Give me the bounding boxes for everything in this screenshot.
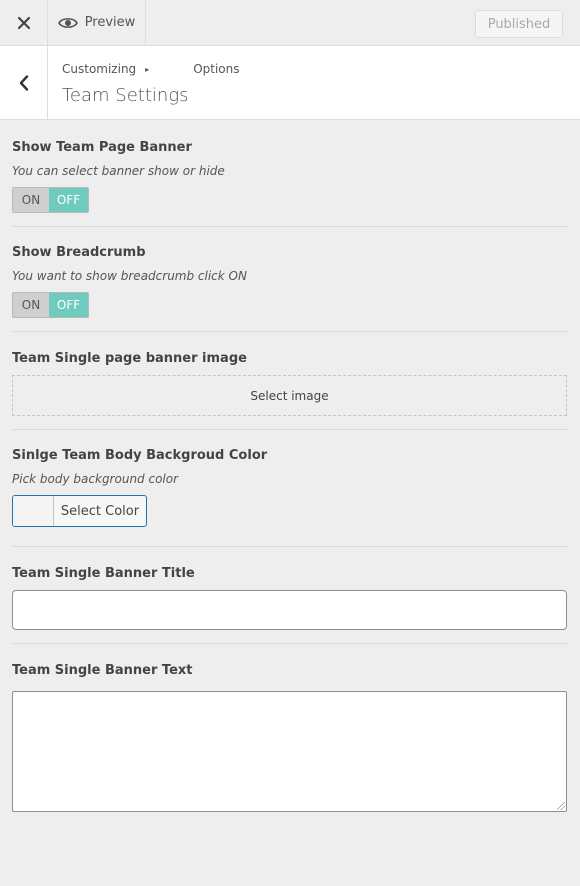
control-banner-text: Team Single Banner Text <box>12 663 567 678</box>
body-color-label: Sinlge Team Body Backgroud Color <box>12 448 268 463</box>
show-banner-off-option[interactable]: OFF <box>49 188 88 212</box>
control-body-color: Sinlge Team Body Backgroud Color Pick bo… <box>12 448 567 486</box>
breadcrumb: Customizing ▸ Options <box>62 62 240 76</box>
breadcrumb-separator-icon: ▸ <box>145 64 150 74</box>
banner-text-label: Team Single Banner Text <box>12 663 193 678</box>
eye-icon <box>57 17 78 28</box>
color-swatch <box>13 496 54 526</box>
close-button[interactable] <box>0 0 48 45</box>
control-banner-image: Team Single page banner image <box>12 351 567 366</box>
breadcrumb-customizing: Customizing <box>62 62 137 76</box>
banner-title-label: Team Single Banner Title <box>12 566 195 581</box>
divider <box>12 546 568 547</box>
divider <box>12 429 568 430</box>
resize-handle-icon[interactable] <box>557 802 565 810</box>
show-banner-description: You can select banner show or hide <box>12 164 225 178</box>
select-image-button[interactable]: Select image <box>12 375 567 416</box>
preview-button[interactable]: Preview <box>48 0 146 45</box>
divider <box>12 331 568 332</box>
banner-title-input[interactable] <box>12 590 567 630</box>
select-color-button[interactable]: Select Color <box>12 495 147 527</box>
control-banner-title: Team Single Banner Title <box>12 566 567 581</box>
show-breadcrumb-on-option[interactable]: ON <box>13 293 49 317</box>
preview-label: Preview <box>84 15 136 30</box>
control-show-breadcrumb: Show Breadcrumb You want to show breadcr… <box>12 245 567 283</box>
banner-text-textarea[interactable] <box>12 691 567 812</box>
chevron-left-icon <box>19 74 28 91</box>
banner-image-label: Team Single page banner image <box>12 351 247 366</box>
divider <box>12 226 568 227</box>
show-banner-toggle[interactable]: ON OFF <box>12 187 89 213</box>
body-color-description: Pick body background color <box>12 472 179 486</box>
section-title: Team Settings <box>62 85 189 106</box>
published-button[interactable]: Published <box>475 10 563 38</box>
close-icon <box>17 16 30 29</box>
back-button[interactable] <box>0 46 48 119</box>
section-header: Customizing ▸ Options Team Settings <box>0 46 580 120</box>
show-breadcrumb-off-option[interactable]: OFF <box>49 293 88 317</box>
divider <box>12 643 568 644</box>
customizer-top-bar: Preview Published <box>0 0 580 46</box>
control-show-banner: Show Team Page Banner You can select ban… <box>12 140 567 178</box>
show-banner-label: Show Team Page Banner <box>12 140 192 155</box>
show-breadcrumb-toggle[interactable]: ON OFF <box>12 292 89 318</box>
show-breadcrumb-label: Show Breadcrumb <box>12 245 146 260</box>
breadcrumb-options: Options <box>193 62 240 76</box>
show-banner-on-option[interactable]: ON <box>13 188 49 212</box>
show-breadcrumb-description: You want to show breadcrumb click ON <box>12 269 247 283</box>
select-color-label: Select Color <box>60 503 140 519</box>
